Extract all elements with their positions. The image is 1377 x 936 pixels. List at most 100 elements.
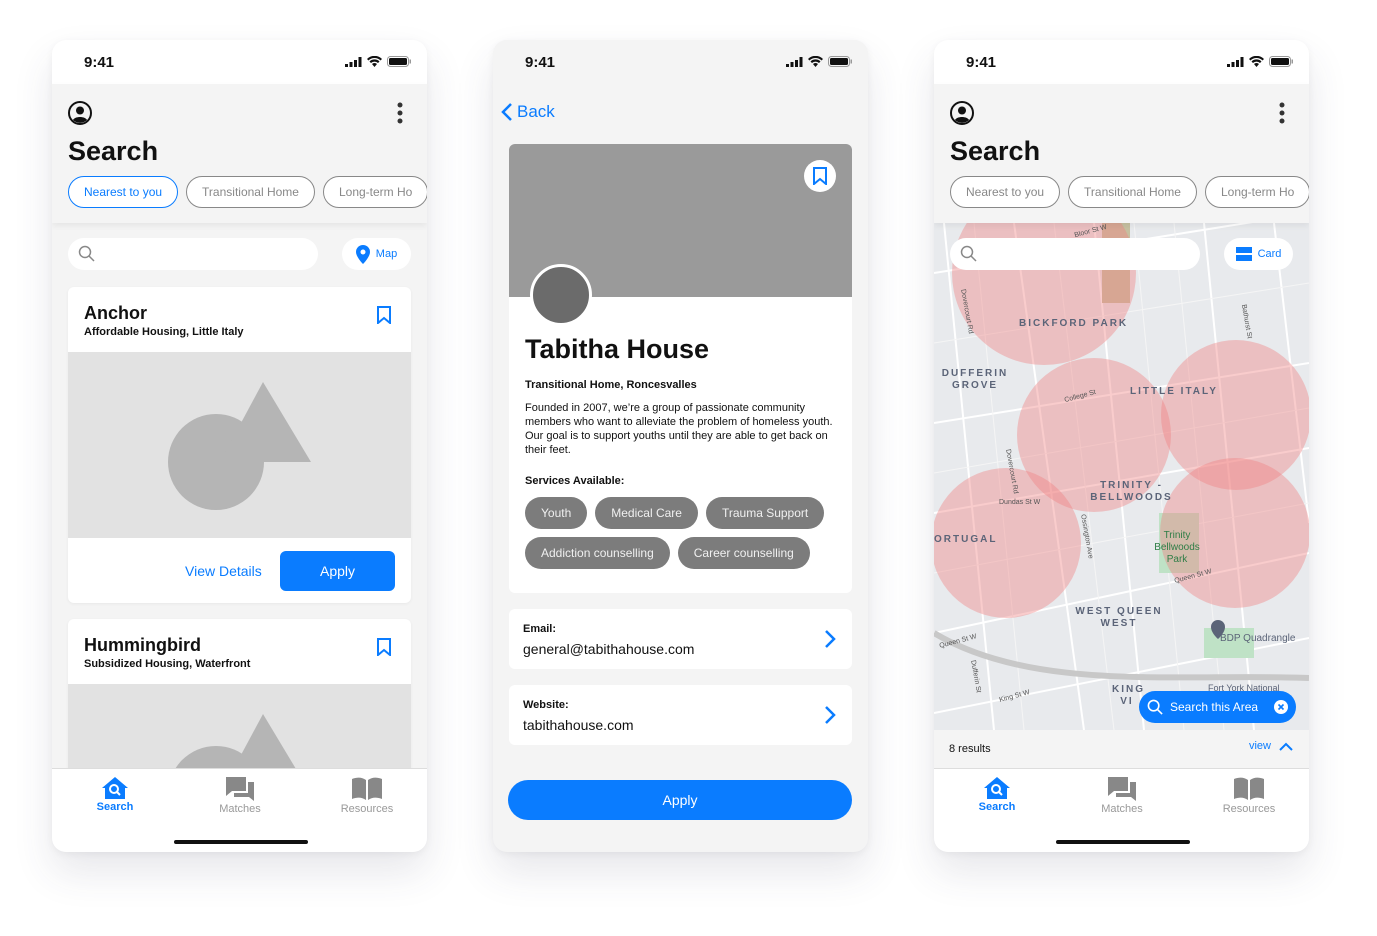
map-view[interactable]: BICKFORD PARK DUFFERIN GROVE LITTLE ITAL… xyxy=(934,223,1309,730)
nav-resources[interactable]: Resources xyxy=(317,777,417,815)
map-label: ORTUGAL xyxy=(934,534,998,545)
chevron-right-icon xyxy=(825,706,836,724)
service-tag: Youth xyxy=(525,497,588,529)
detail-description: Founded in 2007, we’re a group of passio… xyxy=(525,402,833,456)
listing-name: Anchor xyxy=(84,303,147,323)
listing-subtitle: Subsidized Housing, Waterfront xyxy=(84,658,251,670)
map-label: BDP Quadrangle xyxy=(1220,633,1296,644)
service-zones xyxy=(934,223,1309,618)
listing-subtitle: Affordable Housing, Little Italy xyxy=(84,326,244,338)
detail-card: Tabitha House Transitional Home, Roncesv… xyxy=(509,144,852,593)
website-label: Website: xyxy=(523,699,569,711)
status-time: 9:41 xyxy=(525,54,556,71)
email-row[interactable]: Email: general@tabithahouse.com xyxy=(509,609,852,669)
street-label: Dundas St W xyxy=(999,499,1041,506)
nav-resources-label: Resources xyxy=(340,803,394,815)
view-details-link[interactable]: View Details xyxy=(185,563,262,579)
status-time: 9:41 xyxy=(84,54,115,71)
chat-icon xyxy=(226,777,254,801)
services-label: Services Available: xyxy=(525,475,625,487)
more-options-icon[interactable] xyxy=(397,102,403,124)
status-bar: 9:41 xyxy=(934,40,1309,84)
services-tags: Youth Medical Care Trauma Support Addict… xyxy=(525,497,845,569)
map-button[interactable]: Map xyxy=(342,238,411,270)
book-icon xyxy=(1234,777,1264,800)
image-placeholder-icon xyxy=(168,382,311,510)
website-value: tabithahouse.com xyxy=(523,717,634,733)
search-icon xyxy=(78,245,95,262)
detail-screen: 9:41 Back Tabitha House Transitional Hom… xyxy=(493,40,868,852)
search-icon xyxy=(960,245,977,262)
filter-chips: Nearest to you Transitional Home Long-te… xyxy=(950,176,1309,208)
home-search-icon xyxy=(984,777,1010,799)
view-label: view xyxy=(1248,740,1271,752)
results-bar: 8 results view xyxy=(934,730,1309,768)
close-icon[interactable] xyxy=(1274,700,1288,714)
nav-resources-label: Resources xyxy=(1222,803,1276,815)
search-input[interactable] xyxy=(68,238,318,270)
chip-transitional[interactable]: Transitional Home xyxy=(1068,176,1197,208)
bookmark-button[interactable] xyxy=(804,160,836,192)
chip-transitional[interactable]: Transitional Home xyxy=(186,176,315,208)
nav-matches[interactable]: Matches xyxy=(190,777,290,815)
profile-icon[interactable] xyxy=(68,101,92,125)
list-cards-icon xyxy=(1235,247,1252,261)
chat-icon xyxy=(1108,777,1136,801)
apply-button[interactable]: Apply xyxy=(280,551,395,591)
bottom-nav: Search Matches Resources xyxy=(934,768,1309,852)
bottom-nav: Search Matches Resources xyxy=(52,768,427,852)
search-icon xyxy=(1147,699,1163,715)
more-options-icon[interactable] xyxy=(1279,102,1285,124)
status-bar: 9:41 xyxy=(52,40,427,84)
map-pin-icon xyxy=(355,244,370,264)
map-label: WEST QUEEN WEST xyxy=(1075,606,1163,629)
battery-icon xyxy=(1269,56,1293,67)
book-icon xyxy=(352,777,382,800)
signal-icon xyxy=(1227,56,1244,67)
view-results-toggle[interactable]: view xyxy=(1249,740,1293,752)
bookmark-icon xyxy=(813,167,827,185)
search-this-area-button[interactable]: Search this Area xyxy=(1139,691,1296,723)
email-label: Email: xyxy=(523,623,557,635)
status-bar: 9:41 xyxy=(493,40,868,84)
search-list-screen: 9:41 Search Nearest to you Transitional … xyxy=(52,40,427,852)
detail-subtitle: Transitional Home, Roncesvalles xyxy=(525,379,697,391)
service-tag: Trauma Support xyxy=(705,497,825,529)
wifi-icon xyxy=(808,56,823,67)
nav-matches-label: Matches xyxy=(1101,803,1143,815)
search-this-area-label: Search this Area xyxy=(1170,700,1259,714)
website-row[interactable]: Website: tabithahouse.com xyxy=(509,685,852,745)
page-title: Search xyxy=(950,136,1041,166)
service-tag: Medical Care xyxy=(595,497,698,529)
bookmark-icon[interactable] xyxy=(377,306,391,324)
nav-search[interactable]: Search xyxy=(947,777,1047,813)
chip-long-term[interactable]: Long-term Ho xyxy=(322,176,427,208)
apply-button[interactable]: Apply xyxy=(508,780,852,820)
card-view-button[interactable]: Card xyxy=(1224,238,1293,270)
listing-image-placeholder xyxy=(68,352,411,538)
listing-card[interactable]: Anchor Affordable Housing, Little Italy … xyxy=(68,287,411,603)
battery-icon xyxy=(828,56,852,67)
bookmark-icon[interactable] xyxy=(377,638,391,656)
chip-nearest[interactable]: Nearest to you xyxy=(68,176,179,208)
chip-nearest[interactable]: Nearest to you xyxy=(950,176,1061,208)
detail-title: Tabitha House xyxy=(525,334,710,364)
map-label: LITTLE ITALY xyxy=(1130,386,1218,397)
search-header: Search Nearest to you Transitional Home … xyxy=(52,84,427,223)
map-label: TRINITY - BELLWOODS xyxy=(1090,480,1173,503)
listing-name: Hummingbird xyxy=(84,635,201,655)
chevron-left-icon xyxy=(501,103,512,121)
chevron-up-icon xyxy=(1279,742,1293,751)
nav-resources[interactable]: Resources xyxy=(1199,777,1299,815)
chip-long-term[interactable]: Long-term Ho xyxy=(1204,176,1309,208)
profile-icon[interactable] xyxy=(950,101,974,125)
back-button[interactable]: Back xyxy=(501,102,555,122)
map-button-label: Map xyxy=(375,248,398,260)
search-input[interactable] xyxy=(950,238,1200,270)
nav-search-label: Search xyxy=(978,801,1016,813)
nav-search[interactable]: Search xyxy=(65,777,165,813)
page-title: Search xyxy=(68,136,159,166)
status-icons xyxy=(1227,56,1293,67)
nav-matches[interactable]: Matches xyxy=(1072,777,1172,815)
home-search-icon xyxy=(102,777,128,799)
